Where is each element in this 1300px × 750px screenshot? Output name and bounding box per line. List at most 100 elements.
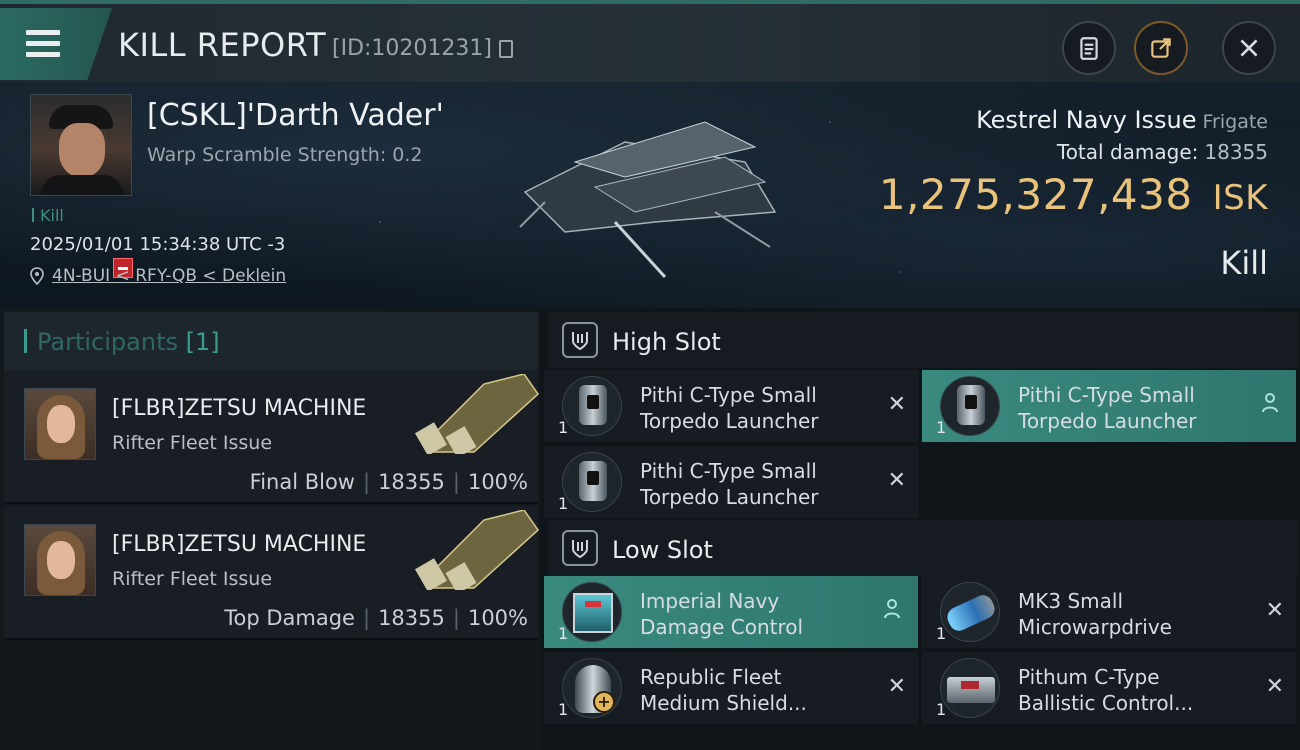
module-name-line2: Torpedo Launcher bbox=[640, 485, 819, 509]
torpedo-launcher-icon bbox=[562, 376, 622, 436]
microwarpdrive-icon bbox=[940, 582, 1000, 642]
module-name-line1: Imperial Navy bbox=[640, 589, 780, 613]
report-id: [ID:10201231] bbox=[332, 36, 492, 61]
participant-ship: Rifter Fleet Issue bbox=[112, 568, 273, 590]
victim-name[interactable]: [CSKL]'Darth Vader' bbox=[147, 98, 444, 133]
high-slot-label: High Slot bbox=[612, 328, 721, 356]
fitting-panel: High Slot 1 Pithi C-Type Small Torpedo La… bbox=[540, 308, 1300, 750]
ship-class: Frigate bbox=[1202, 111, 1268, 133]
participant-stats: Final Blow | 18355 | 100% bbox=[249, 470, 528, 494]
clipboard-button[interactable] bbox=[1062, 21, 1116, 75]
ship-type-name[interactable]: Kestrel Navy Issue bbox=[976, 106, 1196, 134]
module-item[interactable]: 1 MK3 Small Microwarpdrive ✕ bbox=[922, 576, 1296, 648]
module-item[interactable]: 1 Pithi C-Type Small Torpedo Launcher ✕ bbox=[544, 446, 918, 518]
participants-label: Participants bbox=[37, 328, 178, 356]
isk-unit: ISK bbox=[1212, 178, 1268, 218]
share-icon bbox=[1151, 38, 1171, 58]
participant-role: Top Damage bbox=[224, 606, 355, 630]
kill-tag: Kill bbox=[32, 206, 64, 225]
participant-name[interactable]: [FLBR]ZETSU MACHINE bbox=[112, 396, 366, 421]
module-name-line2: Microwarpdrive bbox=[1018, 615, 1172, 639]
victim-ship-name: Kestrel Navy Issue Frigate bbox=[976, 106, 1268, 134]
ballistic-control-icon bbox=[940, 658, 1000, 718]
participants-count: [1] bbox=[185, 328, 220, 356]
module-name-line1: Pithi C-Type Small bbox=[640, 383, 817, 407]
destroyed-x-icon: ✕ bbox=[887, 468, 906, 493]
destroyed-x-icon: ✕ bbox=[1265, 674, 1284, 699]
module-qty: 1 bbox=[558, 700, 569, 719]
torpedo-launcher-icon bbox=[940, 376, 1000, 436]
module-name-line2: Torpedo Launcher bbox=[640, 409, 819, 433]
location-pin-icon bbox=[30, 267, 44, 285]
person-icon bbox=[884, 599, 900, 619]
participant-damage: 18355 bbox=[378, 606, 445, 630]
low-slot-label: Low Slot bbox=[612, 536, 713, 564]
isk-amount: 1,275,327,438 bbox=[878, 170, 1193, 219]
participant-avatar[interactable] bbox=[24, 388, 96, 460]
close-icon bbox=[1240, 39, 1258, 57]
kill-location-link[interactable]: 4N-BUI < RFY-QB < Deklein bbox=[30, 266, 286, 286]
module-qty: 1 bbox=[558, 624, 569, 643]
participant-ship-image bbox=[414, 374, 539, 454]
module-qty: 1 bbox=[558, 418, 569, 437]
shield-slot-icon bbox=[562, 530, 598, 566]
menu-icon bbox=[26, 30, 60, 57]
menu-button[interactable] bbox=[0, 8, 112, 80]
module-item[interactable]: 1 Imperial Navy Damage Control bbox=[544, 576, 918, 648]
participant-ship: Rifter Fleet Issue bbox=[112, 432, 273, 454]
kill-result-label: Kill bbox=[1220, 244, 1268, 282]
module-name-line2: Ballistic Control... bbox=[1018, 691, 1194, 715]
clipboard-icon bbox=[1080, 37, 1098, 60]
module-qty: 1 bbox=[936, 624, 947, 643]
share-button[interactable] bbox=[1134, 21, 1188, 75]
destroyed-x-icon: ✕ bbox=[887, 674, 906, 699]
module-qty: 1 bbox=[936, 418, 947, 437]
destroyed-x-icon: ✕ bbox=[887, 392, 906, 417]
module-name-line2: Damage Control bbox=[640, 615, 804, 639]
module-item[interactable]: 1 Pithum C-Type Ballistic Control... ✕ bbox=[922, 652, 1296, 724]
module-name-line1: Republic Fleet bbox=[640, 665, 782, 689]
kill-datetime: 2025/01/01 15:34:38 UTC -3 bbox=[30, 234, 286, 255]
close-button[interactable] bbox=[1222, 21, 1276, 75]
participants-panel: Participants [1] [FLBR]ZETSU MACHINE Rif… bbox=[0, 308, 540, 750]
module-name-line2: Torpedo Launcher bbox=[1018, 409, 1197, 433]
victim-portrait[interactable] bbox=[30, 94, 132, 196]
torpedo-launcher-icon bbox=[562, 452, 622, 512]
module-name-line2: Medium Shield... bbox=[640, 691, 807, 715]
participant-row[interactable]: [FLBR]ZETSU MACHINE Rifter Fleet Issue T… bbox=[4, 506, 539, 640]
module-name-line1: Pithum C-Type bbox=[1018, 665, 1160, 689]
participant-name[interactable]: [FLBR]ZETSU MACHINE bbox=[112, 532, 366, 557]
module-item[interactable]: 1 Pithi C-Type Small Torpedo Launcher ✕ bbox=[544, 370, 918, 442]
participant-role: Final Blow bbox=[249, 470, 355, 494]
module-name-line1: Pithi C-Type Small bbox=[640, 459, 817, 483]
total-damage-label: Total damage: bbox=[1056, 140, 1199, 164]
low-slot-header: Low Slot bbox=[548, 520, 1298, 576]
header-bar: KILL REPORT [ID:10201231] bbox=[0, 0, 1300, 82]
copy-icon[interactable] bbox=[499, 40, 513, 58]
damage-control-icon bbox=[562, 582, 622, 642]
participants-header: Participants [1] bbox=[4, 312, 538, 370]
participant-avatar[interactable] bbox=[24, 524, 96, 596]
total-damage: Total damage: 18355 bbox=[1057, 140, 1268, 164]
victim-ship-image bbox=[519, 121, 777, 279]
participant-row[interactable]: [FLBR]ZETSU MACHINE Rifter Fleet Issue F… bbox=[4, 370, 539, 504]
victim-panel: [CSKL]'Darth Vader' Warp Scramble Streng… bbox=[0, 82, 1300, 308]
isk-value: 1,275,327,438 ISK bbox=[879, 170, 1268, 219]
module-item[interactable]: 1 Pithi C-Type Small Torpedo Launcher bbox=[922, 370, 1296, 442]
participant-damage: 18355 bbox=[378, 470, 445, 494]
participant-ship-image bbox=[414, 510, 539, 590]
module-name-line1: MK3 Small bbox=[1018, 589, 1123, 613]
location-text[interactable]: 4N-BUI < RFY-QB < Deklein bbox=[52, 266, 286, 286]
high-slot-header: High Slot bbox=[548, 312, 1298, 368]
page-title: KILL REPORT bbox=[118, 26, 327, 64]
module-qty: 1 bbox=[936, 700, 947, 719]
total-damage-value: 18355 bbox=[1204, 140, 1268, 164]
participant-percent: 100% bbox=[467, 606, 528, 630]
participant-stats: Top Damage | 18355 | 100% bbox=[224, 606, 528, 630]
module-name-line1: Pithi C-Type Small bbox=[1018, 383, 1195, 407]
destroyed-x-icon: ✕ bbox=[1265, 598, 1284, 623]
participant-percent: 100% bbox=[467, 470, 528, 494]
module-item[interactable]: + 1 Republic Fleet Medium Shield... ✕ bbox=[544, 652, 918, 724]
shield-slot-icon bbox=[562, 322, 598, 358]
person-icon bbox=[1262, 393, 1278, 413]
